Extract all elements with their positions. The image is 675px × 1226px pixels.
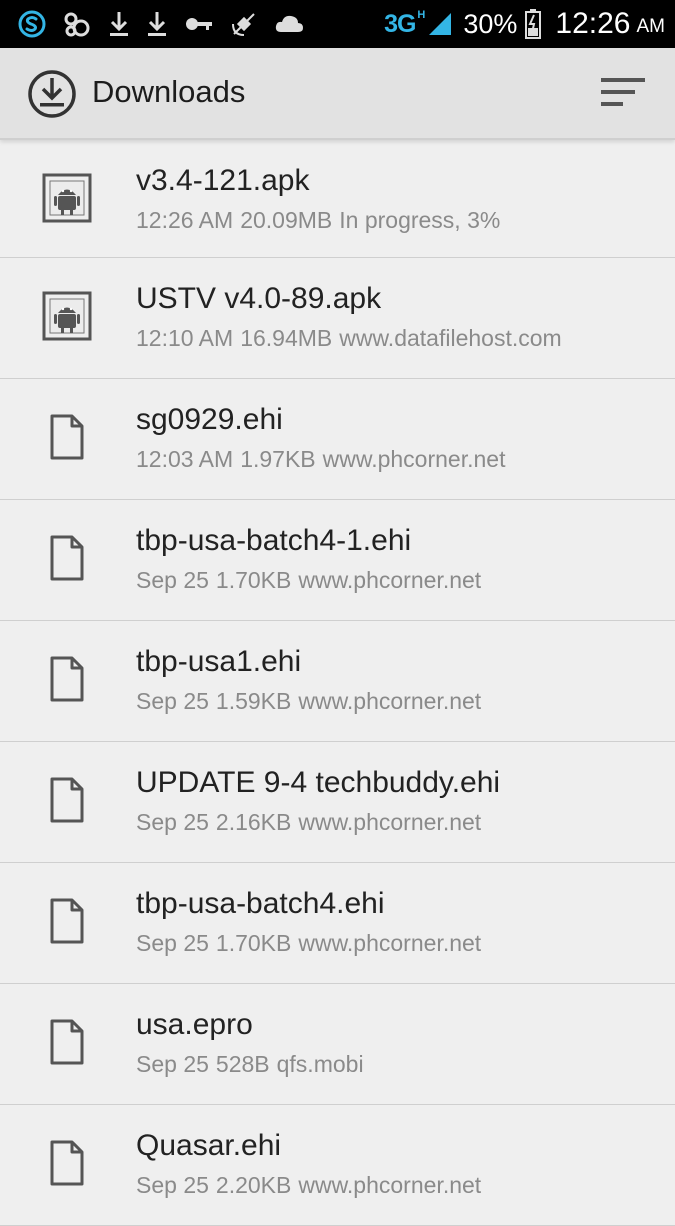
file-icon: [42, 654, 92, 709]
file-icon: [42, 775, 92, 830]
file-size: 1.97KB: [240, 446, 316, 472]
file-source: www.phcorner.net: [298, 1172, 482, 1198]
battery-percent: 30%: [463, 8, 518, 39]
file-name: UPDATE 9-4 techbuddy.ehi: [136, 766, 501, 799]
file-details: Sep 25 2.16KB www.phcorner.net: [136, 809, 488, 836]
android-icon: [42, 291, 92, 346]
file-size: 528B: [215, 1051, 270, 1077]
file-icon: [42, 412, 92, 467]
list-item[interactable]: tbp-usa1.ehi Sep 25 1.59KB www.phcorner.ne…: [0, 621, 675, 742]
cloud-icon: [275, 15, 303, 32]
list-item[interactable]: v3.4-121.apk 12:26 AM 20.09MB In progress,…: [0, 140, 675, 258]
download-icon: [148, 12, 166, 36]
download-icon[interactable]: [26, 68, 78, 120]
file-icon: [42, 896, 92, 951]
file-size: 20.09MB: [240, 207, 333, 233]
file-name: tbp-usa-batch4-1.ehi: [136, 524, 412, 557]
file-source: www.phcorner.net: [298, 688, 482, 714]
file-icon: [42, 1138, 92, 1193]
network-sup: H: [417, 9, 426, 21]
file-size: 2.16KB: [215, 809, 292, 835]
file-name: v3.4-121.apk: [136, 164, 310, 197]
satellite-icon: [232, 13, 255, 36]
system-indicators: 3G H 30% 12:26 AM: [384, 0, 665, 48]
file-details: Sep 25 1.70KB www.phcorner.net: [136, 930, 488, 957]
file-time: 12:10 AM: [136, 325, 234, 351]
file-size: 2.20KB: [215, 1172, 292, 1198]
network-type: 3G: [384, 9, 416, 38]
file-time: Sep 25: [136, 809, 209, 835]
file-size: 1.70KB: [215, 567, 292, 593]
key-icon: [186, 18, 212, 30]
clock-ampm: AM: [636, 16, 666, 37]
battery-icon: [525, 9, 542, 39]
file-name: usa.epro: [136, 1008, 253, 1041]
status-bar: 3G H 30% 12:26 AM: [0, 0, 675, 48]
file-source: qfs.mobi: [276, 1051, 364, 1077]
file-source: In progress, 3%: [339, 207, 501, 233]
action-bar: Downloads: [0, 48, 675, 140]
file-time: Sep 25: [136, 567, 209, 593]
file-details: Sep 25 2.20KB www.phcorner.net: [136, 1172, 488, 1199]
file-icon: [42, 1017, 92, 1072]
list-item[interactable]: tbp-usa-batch4.ehi Sep 25 1.70KB www.phcor…: [0, 863, 675, 984]
file-icon: [42, 533, 92, 588]
sort-icon[interactable]: [595, 70, 653, 116]
file-details: Sep 25 1.59KB www.phcorner.net: [136, 688, 488, 715]
list-item[interactable]: UPDATE 9-4 techbuddy.ehi Sep 25 2.16KB www…: [0, 742, 675, 863]
file-name: tbp-usa1.ehi: [136, 645, 302, 678]
file-time: Sep 25: [136, 930, 209, 956]
list-item[interactable]: usa.epro Sep 25 528B qfs.mobi: [0, 984, 675, 1105]
file-source: www.datafilehost.com: [339, 325, 562, 351]
file-time: Sep 25: [136, 1172, 209, 1198]
file-time: 12:26 AM: [136, 207, 234, 233]
file-details: Sep 25 528B qfs.mobi: [136, 1051, 371, 1078]
file-name: USTV v4.0-89.apk: [136, 282, 382, 315]
file-name: tbp-usa-batch4.ehi: [136, 887, 385, 920]
file-time: 12:03 AM: [136, 446, 234, 472]
file-size: 1.70KB: [215, 930, 292, 956]
signal-icon: [429, 13, 452, 35]
file-source: www.phcorner.net: [298, 930, 482, 956]
list-item[interactable]: tbp-usa-batch4-1.ehi Sep 25 1.70KB www.phc…: [0, 500, 675, 621]
skype-icon: [18, 10, 46, 38]
list-item[interactable]: USTV v4.0-89.apk 12:10 AM 16.94MB www.data…: [0, 258, 675, 379]
clock: 12:26: [555, 7, 631, 40]
file-name: Quasar.ehi: [136, 1129, 282, 1162]
file-source: www.phcorner.net: [298, 567, 482, 593]
file-time: Sep 25: [136, 1051, 209, 1077]
file-name: sg0929.ehi: [136, 403, 283, 436]
file-details: 12:26 AM 20.09MB In progress, 3%: [136, 207, 507, 234]
file-details: 12:03 AM 1.97KB www.phcorner.net: [136, 446, 512, 473]
file-source: www.phcorner.net: [298, 809, 482, 835]
infinity-icon: [64, 12, 90, 37]
file-details: Sep 25 1.70KB www.phcorner.net: [136, 567, 488, 594]
file-details: 12:10 AM 16.94MB www.datafilehost.com: [136, 325, 569, 352]
file-size: 16.94MB: [240, 325, 333, 351]
download-list: v3.4-121.apk 12:26 AM 20.09MB In progress,…: [0, 140, 675, 1226]
file-source: www.phcorner.net: [322, 446, 506, 472]
android-icon: [42, 173, 92, 228]
list-item[interactable]: sg0929.ehi 12:03 AM 1.97KB www.phcorner.ne…: [0, 379, 675, 500]
file-time: Sep 25: [136, 688, 209, 714]
download-icon: [110, 12, 128, 36]
file-size: 1.59KB: [215, 688, 292, 714]
notification-icons: [18, 9, 320, 39]
page-title: Downloads: [92, 74, 246, 109]
list-item[interactable]: Quasar.ehi Sep 25 2.20KB www.phcorner.net: [0, 1105, 675, 1226]
